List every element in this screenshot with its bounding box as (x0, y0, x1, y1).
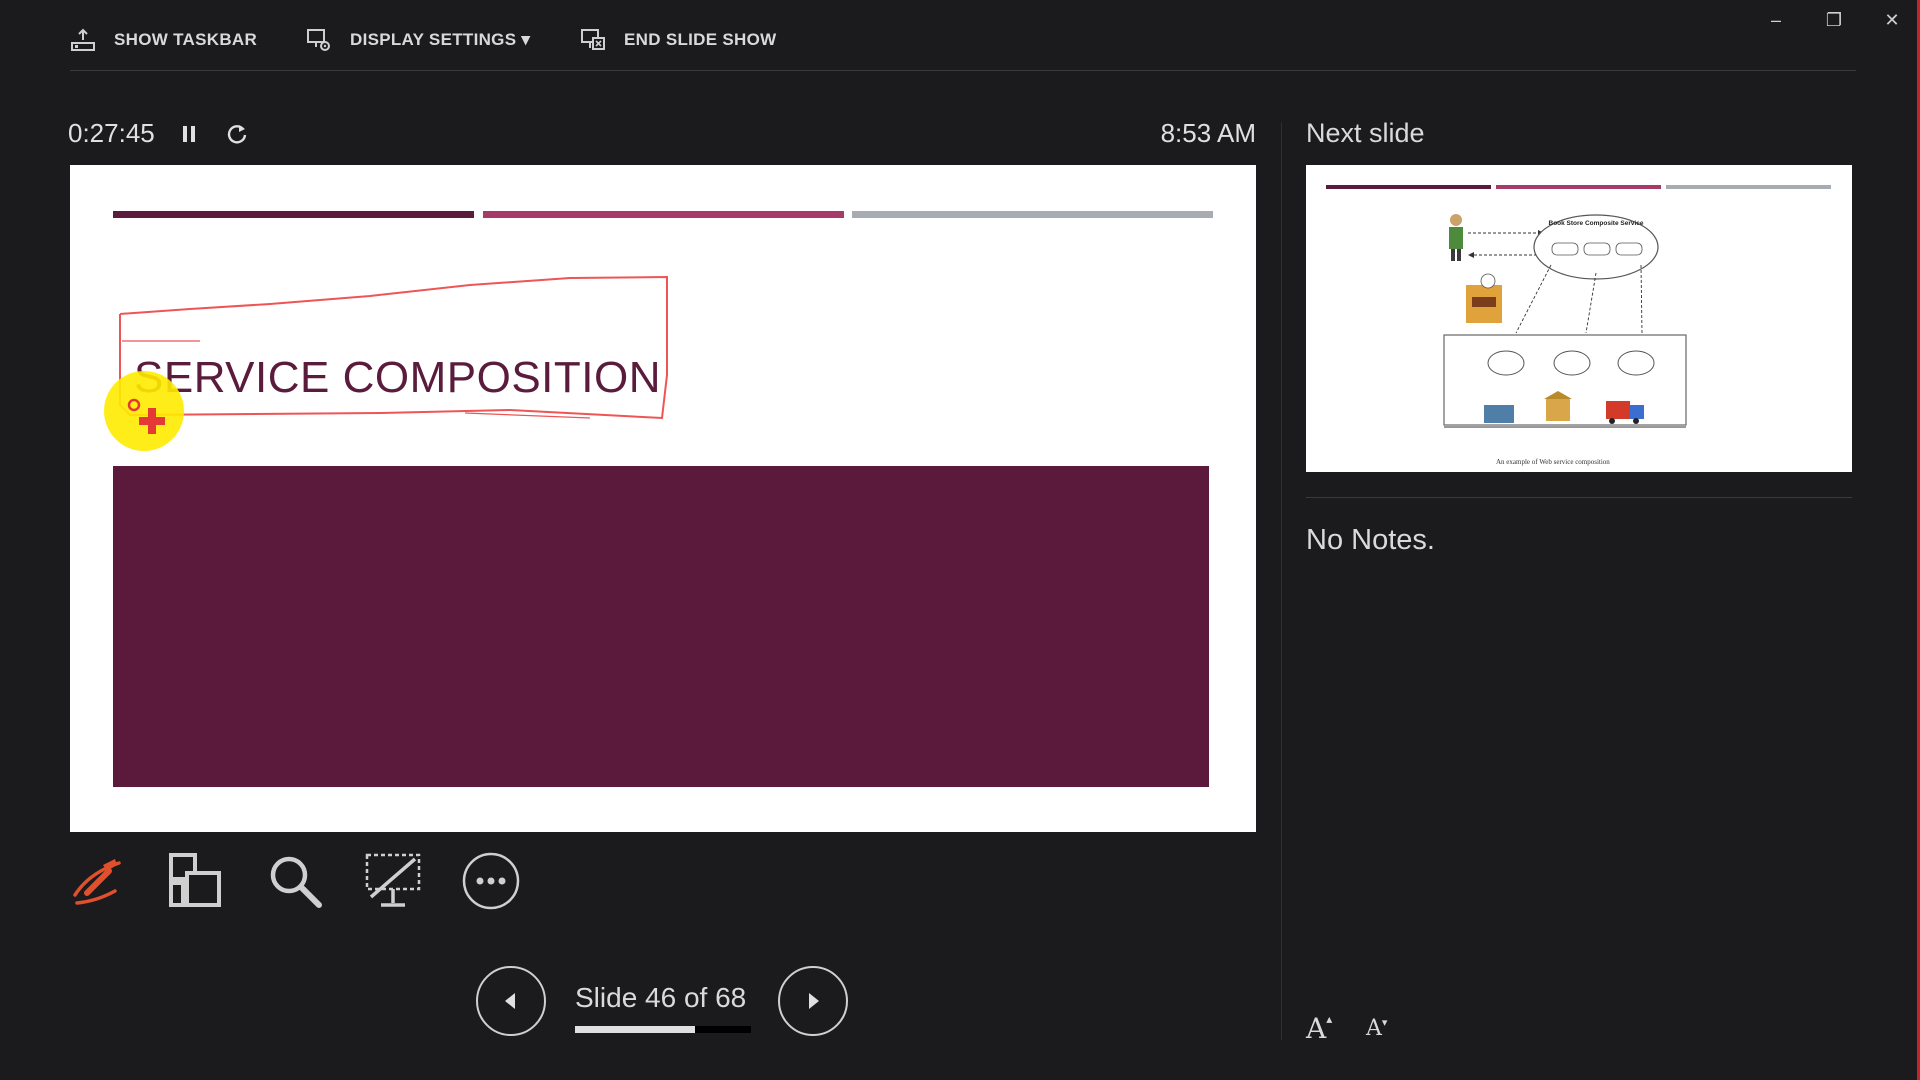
next-slide-button[interactable] (778, 966, 848, 1036)
display-settings-icon (307, 29, 330, 51)
display-settings-label: DISPLAY SETTINGS ▾ (350, 30, 531, 49)
black-screen-icon (365, 853, 421, 907)
taskbar-icon (71, 28, 95, 51)
next-slide-label: Next slide (1306, 118, 1425, 148)
more-options-button[interactable] (460, 850, 522, 912)
speaker-notes: No Notes. (1306, 524, 1435, 556)
pen-cursor-icon (127, 398, 165, 434)
slide-counter[interactable]: Slide 46 of 68 (575, 982, 746, 1014)
thumb-caption: An example of Web service composition (1496, 458, 1610, 466)
end-slide-show-button[interactable]: END SLIDE SHOW (580, 24, 777, 56)
notes-divider (1306, 497, 1852, 498)
magnifier-icon (270, 856, 322, 908)
previous-slide-button[interactable] (476, 966, 546, 1036)
minimize-button[interactable]: – (1756, 6, 1796, 34)
thumb-cloud-title: Book Store Composite Service (1549, 220, 1644, 227)
more-icon (462, 852, 520, 910)
increase-font-icon: A (1306, 1012, 1327, 1045)
toolbar-divider (70, 70, 1856, 71)
pen-tool-button[interactable] (66, 850, 128, 912)
panel-splitter[interactable] (1281, 122, 1282, 1040)
increase-notes-font-button[interactable]: A▴ (1306, 1012, 1332, 1045)
close-icon: ✕ (1884, 9, 1900, 30)
storehouse-image (1484, 405, 1514, 423)
truck-image (1606, 401, 1630, 419)
slide-progress-fill (575, 1026, 695, 1033)
customer-figure-head (1450, 214, 1462, 226)
customer-figure-body (1449, 227, 1463, 249)
pause-icon (183, 126, 195, 142)
end-slide-show-label: END SLIDE SHOW (624, 30, 777, 49)
minimize-icon: – (1770, 9, 1781, 30)
presenter-view: SHOW TASKBAR DISPLAY SETTINGS ▾ END SLID… (0, 0, 1920, 1080)
slide-content-area (113, 466, 1209, 787)
decrease-caret-icon: ▾ (1381, 1016, 1388, 1029)
black-screen-button[interactable] (362, 850, 424, 912)
grid-slides-icon (169, 853, 221, 907)
bank-image (1546, 399, 1570, 421)
current-slide[interactable]: SERVICE COMPOSITION (70, 165, 1256, 832)
show-taskbar-label: SHOW TASKBAR (114, 30, 258, 49)
web-service-composition-diagram: Book Store Composite Service An example … (1443, 214, 1687, 466)
increase-caret-icon: ▴ (1326, 1012, 1333, 1026)
restart-timer-button[interactable] (222, 119, 252, 149)
current-time: 8:53 AM (1160, 118, 1256, 148)
restore-button[interactable]: ❐ (1814, 6, 1854, 34)
display-settings-button[interactable]: DISPLAY SETTINGS ▾ (306, 24, 530, 56)
pen-laser-icon (73, 859, 121, 905)
zoom-button[interactable] (264, 850, 326, 912)
see-all-slides-button[interactable] (164, 850, 226, 912)
end-show-icon (581, 29, 605, 50)
slide-title: SERVICE COMPOSITION (134, 353, 661, 402)
elapsed-timer: 0:27:45 (68, 118, 155, 148)
next-arrow-icon (809, 993, 819, 1009)
pause-timer-button[interactable] (174, 119, 204, 149)
slide-progress-bar (575, 1026, 751, 1033)
close-button[interactable]: ✕ (1872, 6, 1912, 34)
restart-icon (227, 125, 247, 144)
previous-arrow-icon (505, 993, 515, 1009)
restore-icon: ❐ (1825, 9, 1843, 30)
next-slide-thumbnail[interactable]: Book Store Composite Service An example … (1306, 165, 1852, 472)
decrease-notes-font-button[interactable]: A▾ (1366, 1016, 1387, 1041)
laser-pointer (104, 371, 184, 451)
show-taskbar-button[interactable]: SHOW TASKBAR (70, 24, 257, 56)
decrease-font-icon: A (1366, 1016, 1382, 1041)
